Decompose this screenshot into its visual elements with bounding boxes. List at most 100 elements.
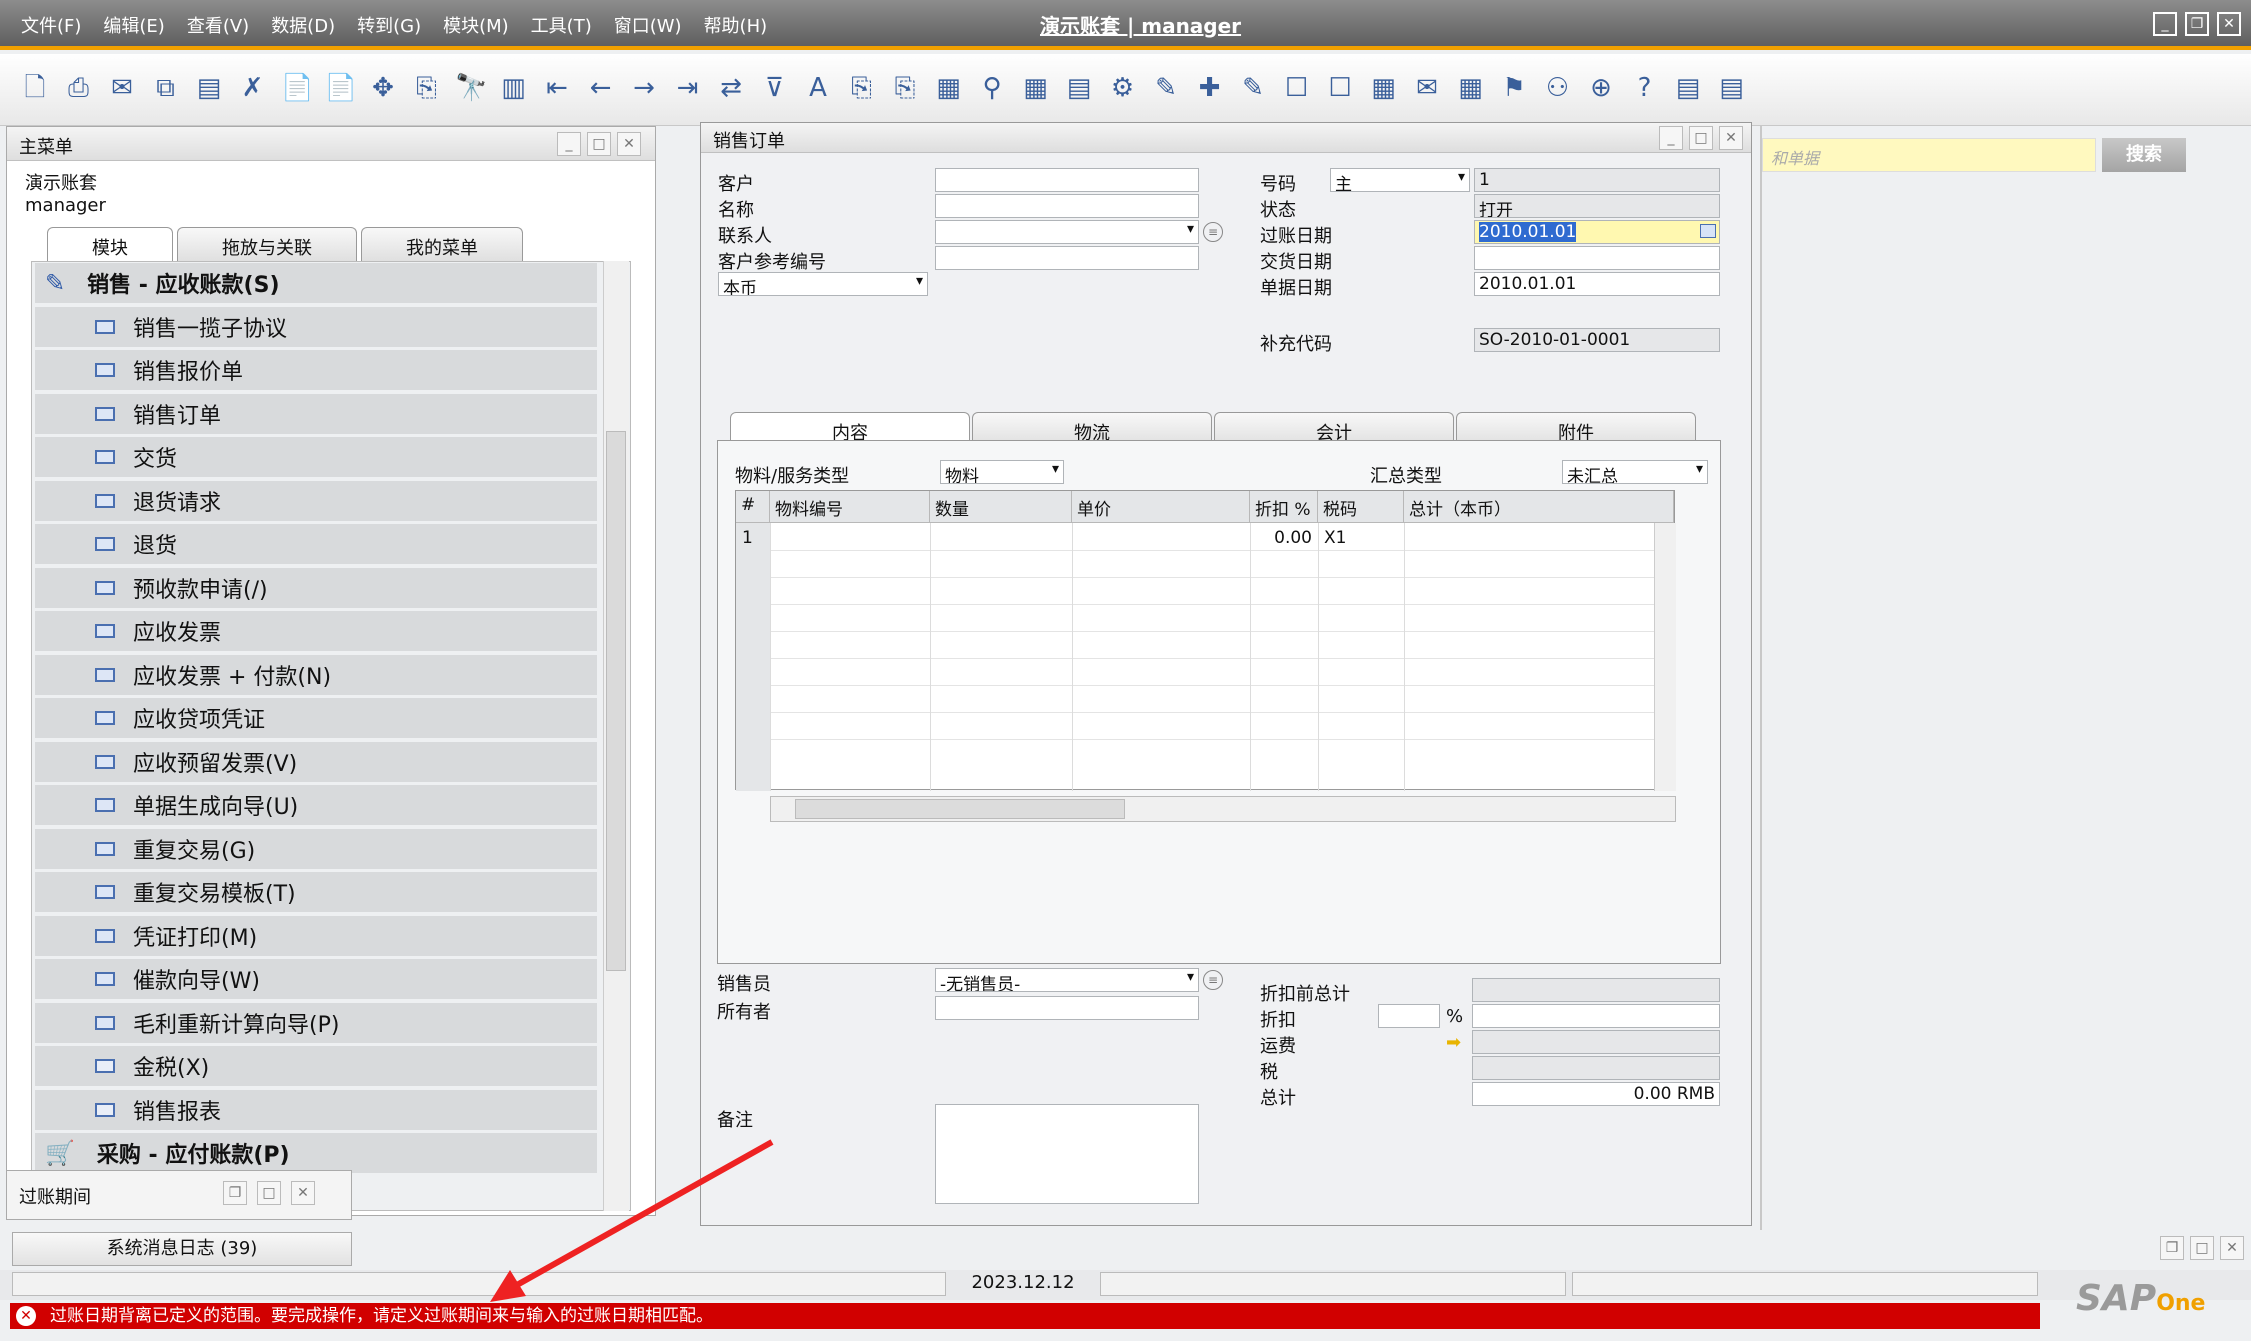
grid-header[interactable]: 折扣 % xyxy=(1250,491,1318,523)
email-icon[interactable]: ✉ xyxy=(107,72,137,104)
menu-list-item[interactable]: 销售一揽子协议 xyxy=(35,306,597,349)
grid-header[interactable]: 总计（本币） xyxy=(1404,491,1674,523)
maximize-icon[interactable]: □ xyxy=(587,132,611,156)
grid-cell[interactable]: X1 xyxy=(1324,528,1346,548)
gross-profit-icon[interactable]: ⚲ xyxy=(977,72,1007,104)
message-icon[interactable]: ☐ xyxy=(1325,72,1355,104)
maximize-icon[interactable]: □ xyxy=(1689,126,1713,150)
menu-list-item[interactable]: 重复交易(G) xyxy=(35,828,597,871)
lock-icon[interactable]: ⎘ xyxy=(412,72,442,104)
menu-list-item[interactable]: ✎ 销售 - 应收账款(S) xyxy=(35,263,597,305)
next-record-icon[interactable]: → xyxy=(629,72,659,104)
name-field[interactable] xyxy=(935,194,1199,218)
excel-icon[interactable]: ▤ xyxy=(194,72,224,104)
search-button[interactable]: 搜索 xyxy=(2102,138,2186,172)
document-date-field[interactable]: 2010.01.01 xyxy=(1474,272,1720,296)
menu-list-item[interactable]: 凭证打印(M) xyxy=(35,915,597,958)
grid-cell[interactable]: 1 xyxy=(742,528,753,548)
first-record-icon[interactable]: ⇤ xyxy=(542,72,572,104)
calendar-icon[interactable] xyxy=(1700,224,1716,238)
item-type-select[interactable]: 物料 xyxy=(940,460,1064,484)
minimize-icon[interactable]: _ xyxy=(1659,126,1683,150)
menu-item[interactable]: 查看(V) xyxy=(176,8,260,42)
new-icon[interactable]: ✚ xyxy=(1195,72,1225,104)
menu-list-item[interactable]: 销售订单 xyxy=(35,393,597,436)
menu-list-item[interactable]: 应收发票 + 付款(N) xyxy=(35,654,597,697)
approve-icon[interactable]: ✎ xyxy=(1238,72,1268,104)
menu-list-item[interactable]: 单据生成向导(U) xyxy=(35,785,597,827)
layout-icon[interactable]: ▤ xyxy=(1064,72,1094,104)
customer-ref-field[interactable] xyxy=(935,246,1199,270)
grid-header[interactable]: 税码 xyxy=(1318,491,1404,523)
discount-amount-field[interactable] xyxy=(1472,1004,1720,1028)
base-doc-icon[interactable]: ⎘ xyxy=(847,72,877,104)
menu-item[interactable]: 文件(F) xyxy=(10,8,92,42)
posting-date-field[interactable]: 2010.01.01 xyxy=(1474,220,1720,244)
horizontal-scrollbar[interactable] xyxy=(770,796,1676,822)
preview-icon[interactable]: 🗋 xyxy=(20,72,50,104)
error-message-bar[interactable]: ✕ 过账日期背离已定义的范围。要完成操作，请定义过账期间来与输入的过账日期相匹配… xyxy=(10,1303,2040,1329)
minimize-icon[interactable]: _ xyxy=(2153,12,2177,36)
menu-item[interactable]: 模块(M) xyxy=(432,8,520,42)
posting-period-window[interactable]: 过账期间 ❐ □ ✕ xyxy=(6,1170,352,1220)
grid-header[interactable]: # xyxy=(736,491,770,523)
menu-list-item[interactable]: 退货 xyxy=(35,524,597,566)
close-icon[interactable]: ✕ xyxy=(291,1181,315,1205)
discount-percent-field[interactable] xyxy=(1378,1004,1440,1028)
doc-icon[interactable]: 📄 xyxy=(325,72,357,104)
contact-select[interactable] xyxy=(935,220,1199,244)
summary-type-select[interactable]: 未汇总 xyxy=(1562,460,1708,484)
grid-header[interactable]: 物料编号 xyxy=(770,491,930,523)
export-icon[interactable]: ⧉ xyxy=(151,72,181,104)
menu-item[interactable]: 帮助(H) xyxy=(693,8,779,42)
sort-icon[interactable]: A xyxy=(803,72,833,104)
system-message-log-tab[interactable]: 系统消息日志 (39) xyxy=(12,1232,352,1266)
close-icon[interactable]: ✕ xyxy=(617,132,641,156)
form-icon[interactable]: ▤ xyxy=(1717,72,1747,104)
scrollbar[interactable] xyxy=(603,261,629,1211)
calendar-icon[interactable]: ▦ xyxy=(1369,72,1399,104)
menu-list-item[interactable]: 金税(X) xyxy=(35,1046,597,1088)
list-icon[interactable]: ≡ xyxy=(1203,222,1223,242)
grid-header[interactable]: 单价 xyxy=(1072,491,1250,523)
close-icon[interactable]: ✕ xyxy=(2220,1236,2244,1260)
menu-list-item[interactable]: 应收贷项凭证 xyxy=(35,698,597,740)
number-field[interactable]: 1 xyxy=(1474,168,1720,192)
currency-select[interactable]: 本币 xyxy=(718,272,928,296)
menu-list-item[interactable]: 销售报表 xyxy=(35,1089,597,1132)
help-icon[interactable]: ? xyxy=(1630,72,1660,104)
mail-icon[interactable]: ✉ xyxy=(1412,72,1442,104)
restore-icon[interactable]: ❐ xyxy=(2160,1236,2184,1260)
find-icon[interactable]: 🔭 xyxy=(455,72,487,104)
list-icon[interactable]: ≡ xyxy=(1203,970,1223,990)
close-icon[interactable]: ✕ xyxy=(1719,126,1743,150)
web-icon[interactable]: ⊕ xyxy=(1586,72,1616,104)
grid-cell[interactable]: 0.00 xyxy=(1250,528,1312,548)
arrow-right-icon[interactable]: ➡ xyxy=(1446,1032,1461,1053)
menu-item[interactable]: 转到(G) xyxy=(346,8,432,42)
additional-code-field[interactable]: SO-2010-01-0001 xyxy=(1474,328,1720,352)
menu-list-item[interactable]: 重复交易模板(T) xyxy=(35,872,597,914)
menu-item[interactable]: 编辑(E) xyxy=(92,8,175,42)
menu-item[interactable]: 工具(T) xyxy=(520,8,603,42)
target-doc-icon[interactable]: ⎘ xyxy=(890,72,920,104)
print-icon[interactable]: ⎙ xyxy=(64,72,94,104)
tools-icon[interactable]: ⚙ xyxy=(1108,72,1138,104)
restore-icon[interactable]: ❐ xyxy=(223,1181,247,1205)
tree-icon[interactable]: ⚑ xyxy=(1499,72,1529,104)
menu-list-item[interactable]: 退货请求 xyxy=(35,480,597,523)
menu-list-item[interactable]: 毛利重新计算向导(P) xyxy=(35,1002,597,1045)
salesperson-select[interactable]: -无销售员- xyxy=(935,968,1199,992)
restore-icon[interactable]: ❐ xyxy=(2185,12,2209,36)
move-icon[interactable]: ✥ xyxy=(368,72,398,104)
chart-icon[interactable]: ▦ xyxy=(1021,72,1051,104)
table-icon[interactable]: ▦ xyxy=(1456,72,1486,104)
edit-icon[interactable]: ✎ xyxy=(1151,72,1181,104)
vertical-scrollbar[interactable] xyxy=(1654,523,1676,791)
menu-list-item[interactable]: 销售报价单 xyxy=(35,350,597,392)
owner-field[interactable] xyxy=(935,996,1199,1020)
settings-icon[interactable]: ▦ xyxy=(934,72,964,104)
last-record-icon[interactable]: ⇥ xyxy=(673,72,703,104)
menu-list-item[interactable]: 预收款申请(/) xyxy=(35,567,597,610)
menu-list-item[interactable]: 应收预留发票(V) xyxy=(35,741,597,784)
